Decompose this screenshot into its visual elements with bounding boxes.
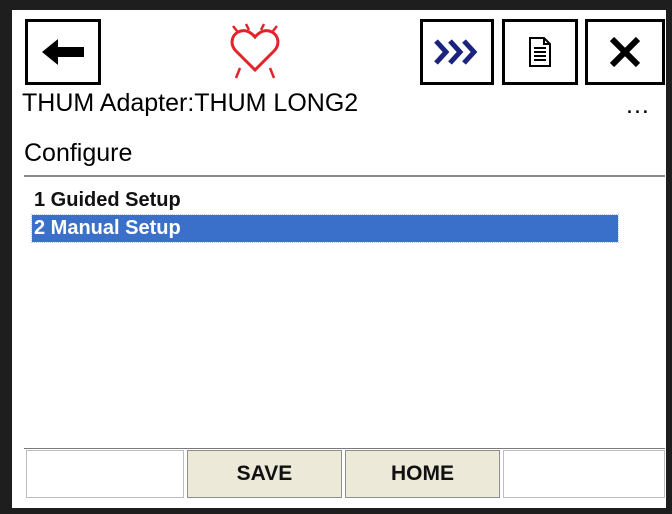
document-icon [529,37,551,67]
device-title: THUM Adapter:THUM LONG2 [22,89,359,117]
close-button[interactable] [585,19,665,85]
fast-forward-icon [434,39,478,65]
heart-status-icon [222,20,288,82]
home-button[interactable]: HOME [345,450,500,498]
more-indicator[interactable]: ... [626,91,650,120]
menu-item-guided-setup[interactable]: 1 Guided Setup [32,187,614,214]
softkey-empty-right [503,450,665,498]
menu-item-manual-setup[interactable]: 2 Manual Setup [31,214,619,243]
screen-border [0,508,672,514]
save-button[interactable]: SAVE [187,450,342,498]
close-icon [609,36,641,68]
page-title: Configure [24,139,133,167]
fast-forward-button[interactable] [420,19,494,85]
screen-border [0,0,12,514]
screen-border [666,0,672,514]
screen-border [0,0,672,10]
back-button[interactable] [25,19,101,85]
softkey-empty-left [26,450,184,498]
device-screen: THUM Adapter:THUM LONG2 ... Configure 1 … [0,0,672,514]
back-arrow-icon [42,39,84,65]
document-button[interactable] [502,19,578,85]
menu-list: 1 Guided Setup 2 Manual Setup [24,175,665,448]
